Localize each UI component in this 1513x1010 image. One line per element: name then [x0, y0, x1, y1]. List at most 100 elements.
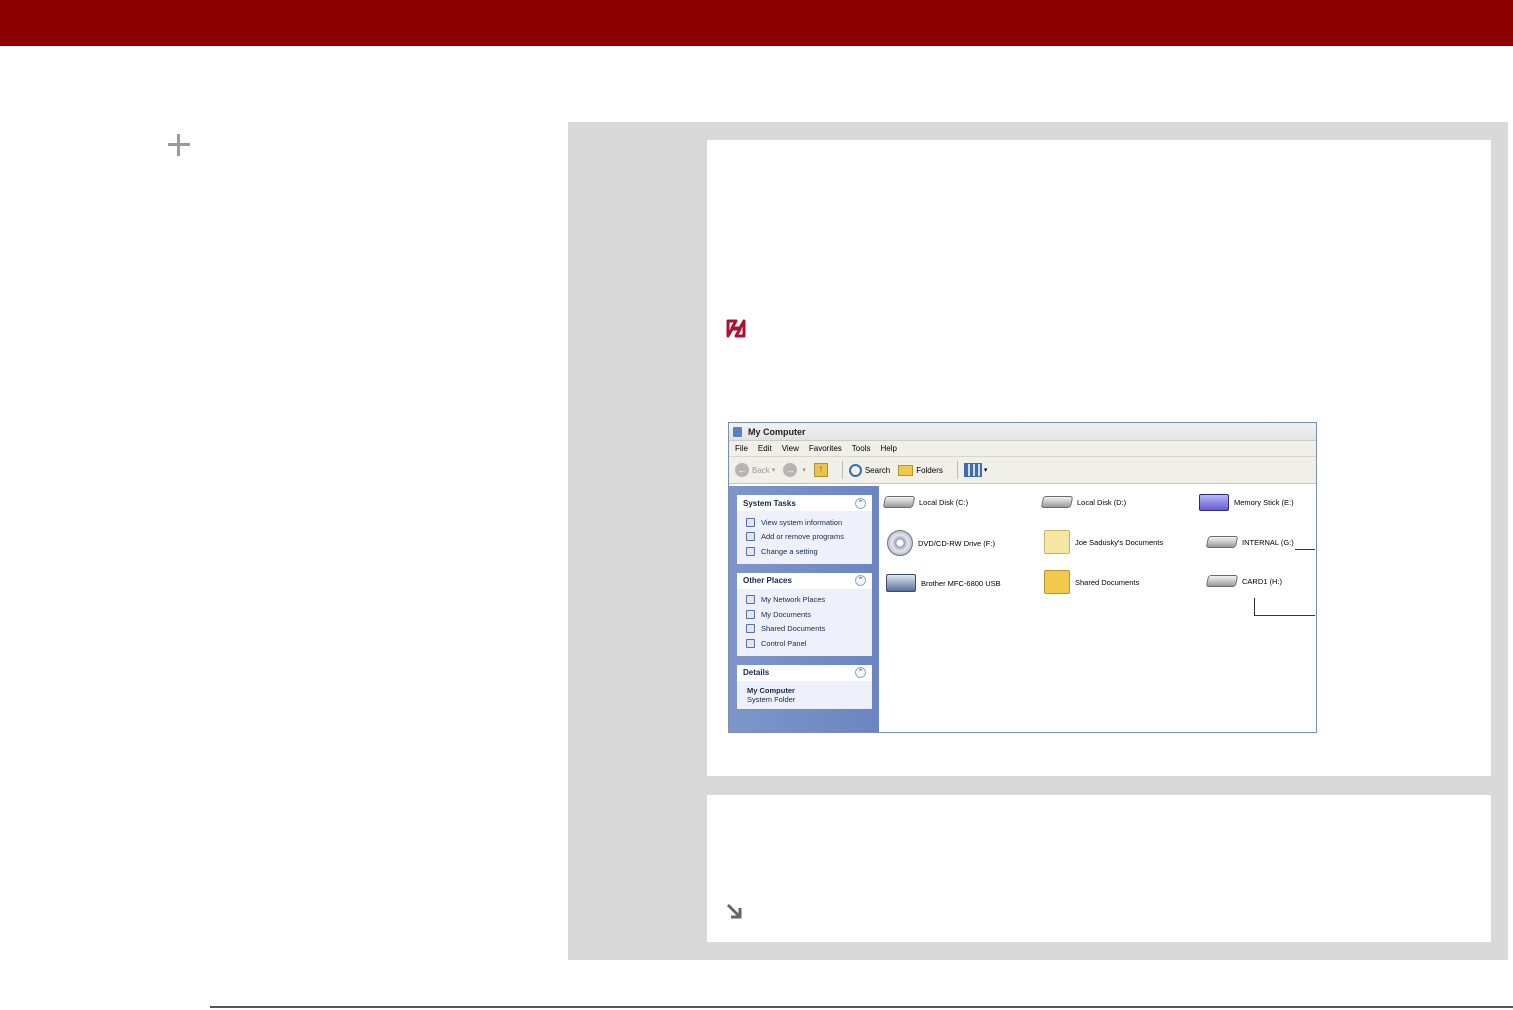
- collapse-icon[interactable]: ⌃: [855, 575, 866, 586]
- place-control-panel[interactable]: Control Panel: [746, 636, 866, 651]
- drive-local-disk-c[interactable]: Local Disk (C:): [882, 496, 969, 508]
- back-label: Back: [752, 465, 770, 475]
- drive-dvd-f[interactable]: DVD/CD-RW Drive (F:): [887, 530, 995, 556]
- other-places-title: Other Places: [743, 576, 792, 585]
- removable-drive-icon: [1205, 575, 1239, 587]
- folders-icon: [898, 464, 914, 476]
- callout-line-internal: [1295, 549, 1315, 550]
- collapse-icon[interactable]: ⌃: [855, 497, 866, 509]
- place-label: Shared Documents: [761, 624, 826, 634]
- step-2-box: [707, 795, 1491, 942]
- network-places-icon: [746, 595, 755, 605]
- drive-label: Local Disk (C:): [919, 497, 969, 507]
- folders-button[interactable]: Folders: [898, 464, 943, 476]
- details-panel: Details ⌃ My Computer System Folder: [737, 664, 872, 709]
- views-button[interactable]: ▾: [963, 463, 988, 477]
- chevron-down-icon: ▾: [771, 467, 776, 474]
- chevron-down-icon: ▾: [802, 467, 806, 474]
- place-label: Control Panel: [761, 638, 807, 648]
- folder-icon: [1044, 530, 1070, 554]
- menu-view[interactable]: View: [782, 444, 799, 453]
- task-label: Add or remove programs: [761, 532, 844, 542]
- details-type: System Folder: [747, 694, 796, 704]
- drive-label: Brother MFC-6800 USB: [921, 578, 1001, 588]
- cd-drive-icon: [887, 530, 913, 556]
- folder-joe-documents[interactable]: Joe Sadusky's Documents: [1044, 530, 1163, 554]
- plus-icon[interactable]: [168, 134, 190, 156]
- window-titlebar: My Computer: [729, 423, 1316, 441]
- window-icon: [733, 426, 742, 437]
- search-label: Search: [864, 465, 891, 475]
- details-header[interactable]: Details ⌃: [737, 664, 872, 681]
- search-icon: [848, 463, 862, 477]
- menu-tools[interactable]: Tools: [852, 444, 871, 453]
- details-name: My Computer: [747, 685, 795, 695]
- folders-label: Folders: [916, 465, 943, 475]
- drive-label: Memory Stick (E:): [1234, 498, 1294, 507]
- place-label: My Documents: [761, 609, 812, 619]
- scanner-icon: [886, 574, 916, 592]
- up-folder-icon: ↑: [813, 463, 828, 477]
- back-button[interactable]: ← Back ▾: [735, 463, 775, 477]
- other-places-panel: Other Places ⌃ My Network Places My Docu…: [737, 572, 872, 656]
- drive-label: Local Disk (D:): [1077, 497, 1127, 507]
- folder-shared-documents[interactable]: Shared Documents: [1044, 570, 1139, 594]
- window-body: System Tasks ⌃ View system information A…: [729, 486, 1316, 732]
- menu-edit[interactable]: Edit: [758, 444, 772, 453]
- drive-internal-g[interactable]: INTERNAL (G:): [1205, 536, 1294, 548]
- arrow-down-right-icon: [726, 903, 742, 919]
- forward-arrow-icon: →: [783, 463, 798, 477]
- drive-label: CARD1 (H:): [1242, 576, 1283, 586]
- window-title: My Computer: [748, 426, 806, 437]
- place-shared-documents[interactable]: Shared Documents: [746, 622, 866, 637]
- views-icon: [963, 463, 982, 477]
- memory-stick-icon: [1199, 494, 1229, 511]
- menu-file[interactable]: File: [735, 444, 748, 453]
- task-label: View system information: [761, 517, 843, 527]
- details-title: Details: [743, 668, 770, 677]
- documents-icon: [746, 609, 755, 619]
- place-label: My Network Places: [761, 595, 826, 605]
- palm-note-icon: [726, 319, 746, 338]
- drive-label: Shared Documents: [1075, 577, 1140, 587]
- menu-favorites[interactable]: Favorites: [809, 444, 842, 453]
- chevron-down-icon: ▾: [983, 467, 988, 474]
- place-network[interactable]: My Network Places: [746, 593, 866, 608]
- task-view-system-info[interactable]: View system information: [746, 515, 866, 530]
- task-pane: System Tasks ⌃ View system information A…: [729, 486, 879, 732]
- control-panel-icon: [746, 638, 755, 648]
- forward-button[interactable]: → ▾: [783, 463, 806, 477]
- removable-drive-icon: [1205, 536, 1239, 548]
- toolbar-divider: [956, 461, 958, 479]
- footer-rule: [210, 1006, 1513, 1008]
- collapse-icon[interactable]: ⌃: [855, 667, 866, 678]
- drives-area: Local Disk (C:) Local Disk (D:) Memory S…: [879, 486, 1316, 732]
- drive-label: DVD/CD-RW Drive (F:): [918, 538, 995, 548]
- settings-icon: [746, 546, 755, 556]
- system-info-icon: [746, 517, 755, 527]
- menu-help[interactable]: Help: [880, 444, 896, 453]
- task-change-setting[interactable]: Change a setting: [746, 544, 866, 559]
- drive-local-disk-d[interactable]: Local Disk (D:): [1040, 496, 1127, 508]
- other-places-header[interactable]: Other Places ⌃: [737, 572, 872, 589]
- content-panel: My Computer File Edit View Favorites Too…: [568, 122, 1508, 960]
- task-add-remove-programs[interactable]: Add or remove programs: [746, 530, 866, 545]
- shared-folder-icon: [1044, 570, 1070, 594]
- drive-card1-h[interactable]: CARD1 (H:): [1205, 575, 1283, 587]
- callout-line-card1: [1254, 598, 1255, 615]
- scanner-brother[interactable]: Brother MFC-6800 USB: [886, 574, 1001, 592]
- place-my-documents[interactable]: My Documents: [746, 607, 866, 622]
- drive-memory-stick-e[interactable]: Memory Stick (E:): [1199, 494, 1294, 511]
- my-computer-window: My Computer File Edit View Favorites Too…: [728, 422, 1317, 733]
- system-tasks-title: System Tasks: [743, 498, 796, 508]
- hard-disk-icon: [882, 496, 916, 508]
- system-tasks-panel: System Tasks ⌃ View system information A…: [737, 495, 872, 564]
- system-tasks-header[interactable]: System Tasks ⌃: [737, 495, 872, 511]
- programs-icon: [746, 532, 755, 542]
- up-folder-button[interactable]: ↑: [813, 463, 828, 477]
- drive-label: Joe Sadusky's Documents: [1075, 537, 1164, 547]
- search-button[interactable]: Search: [848, 463, 891, 477]
- hard-disk-icon: [1040, 496, 1074, 508]
- header-bar: [0, 0, 1513, 46]
- drive-label: INTERNAL (G:): [1242, 537, 1294, 547]
